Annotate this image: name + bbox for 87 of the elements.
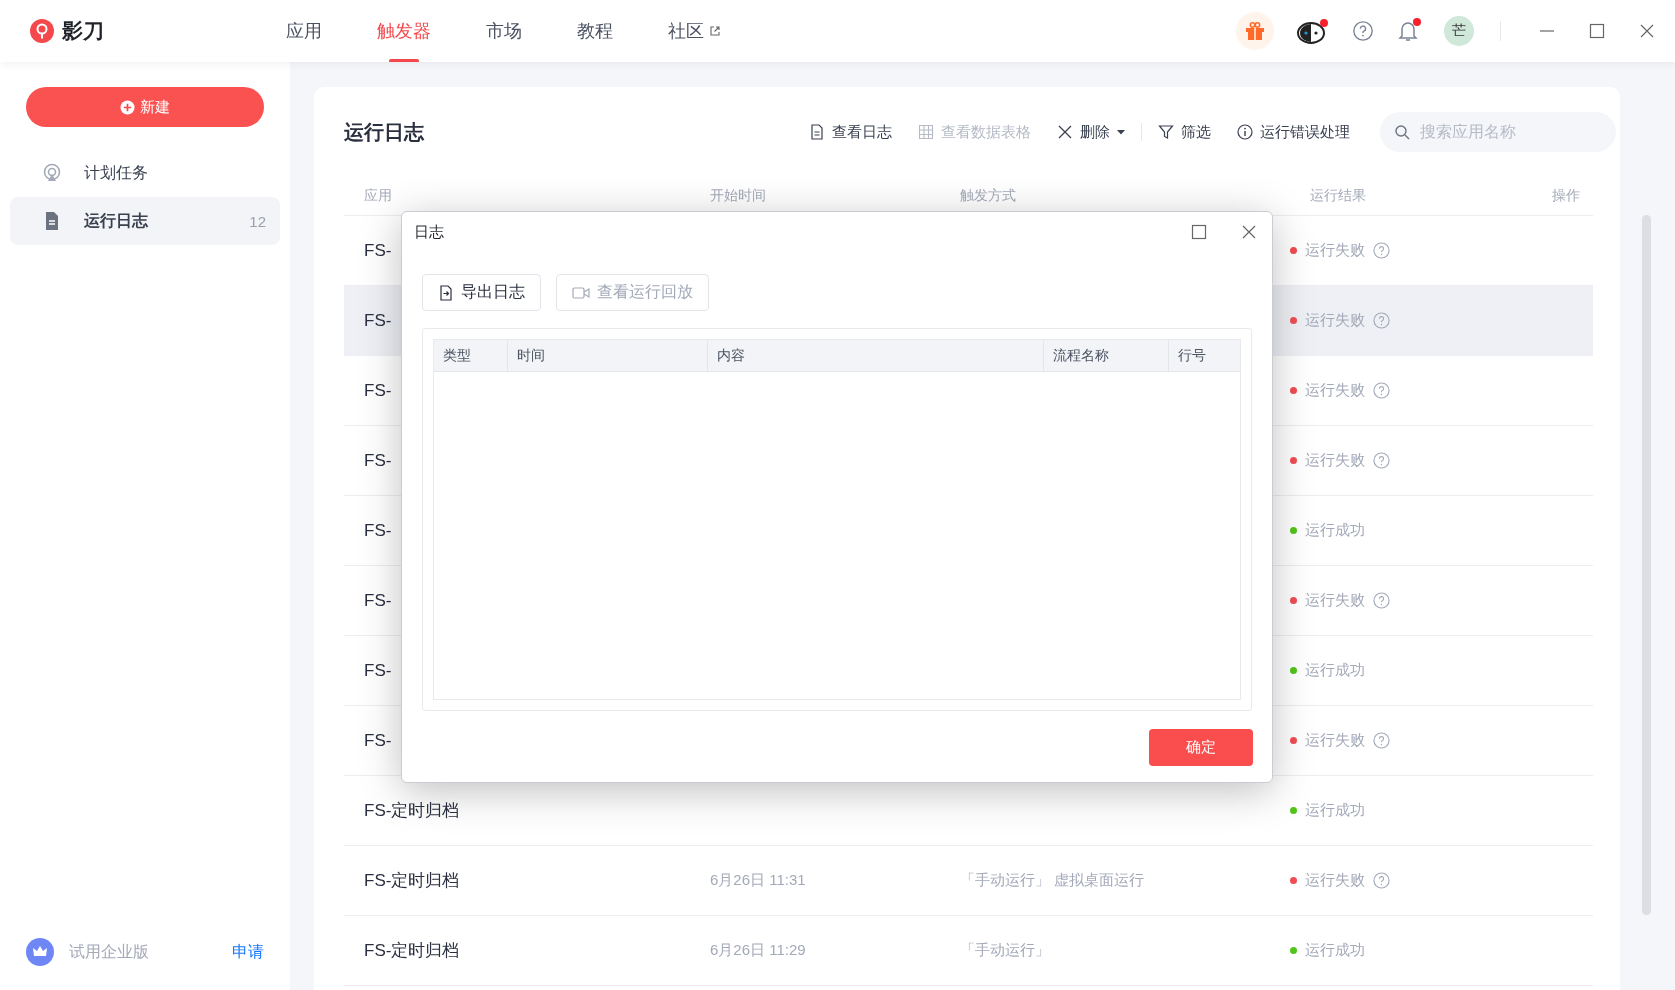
result-cell: 运行成功 [1305, 801, 1365, 820]
search-field[interactable]: 搜索应用名称 [1380, 112, 1616, 152]
maximize-icon[interactable] [1589, 23, 1605, 39]
trial-label: 试用企业版 [69, 941, 149, 962]
app-name-cell-text: FS-定时归档 [363, 870, 461, 892]
column-header: 内容 [708, 340, 1044, 371]
result-cell: 运行失败 [1305, 731, 1365, 750]
dialog-button[interactable]: 导出日志 [422, 274, 541, 311]
app-name-cell-text: FS- [363, 660, 393, 681]
result-cell: 运行失败 [1305, 451, 1365, 470]
column-header: 行号 [1177, 345, 1207, 365]
nav-tab[interactable]: 社区 [644, 0, 745, 62]
column-header: 类型 [434, 340, 508, 371]
caret-icon [1117, 128, 1125, 136]
crown-icon [26, 938, 54, 966]
app-name-cell-text: FS- [363, 590, 393, 611]
item-count: 12 [249, 212, 266, 230]
trigger-cell: 「手动运行」 [960, 941, 1050, 958]
close-icon[interactable] [1241, 224, 1257, 240]
app-name-cell-text: FS- [363, 450, 393, 471]
table-row[interactable]: FS-定时归档 6月26日 11:29 「手动运行」 运行成功 [344, 916, 1593, 986]
result-cell: 运行成功 [1305, 661, 1365, 680]
column-header: 触发方式 [959, 187, 1017, 205]
help-icon[interactable] [1373, 382, 1390, 399]
cross-icon [1057, 124, 1073, 140]
result-cell: 运行失败 [1305, 241, 1365, 260]
close-icon[interactable] [1639, 23, 1655, 39]
sidebar-item[interactable]: 计划任务 [10, 149, 280, 197]
help-icon[interactable] [1373, 592, 1390, 609]
app-name-cell-text: FS- [363, 240, 393, 261]
help-icon[interactable] [1373, 242, 1390, 259]
grid-icon [918, 124, 934, 140]
app-name-cell-text: FS-定时归档 [363, 800, 461, 822]
toolbar-button[interactable]: 运行错误处理 [1227, 122, 1360, 142]
column-header: 应用 [363, 187, 393, 205]
table-row[interactable]: FS-定时归档 6月26日 11:31 「手动运行」 虚拟桌面运行 运行失败 [344, 846, 1593, 916]
result-cell: 运行成功 [1305, 941, 1365, 960]
toolbar-button[interactable]: 筛选 [1148, 122, 1221, 142]
toolbar-button[interactable]: 删除 [1047, 122, 1135, 142]
app-name-cell-text: FS- [363, 310, 393, 331]
scrollbar[interactable] [1642, 215, 1651, 915]
dialog-title: 日志 [414, 222, 444, 242]
help-icon[interactable] [1352, 20, 1374, 42]
app-name-cell-text: FS-定时归档 [363, 940, 461, 962]
column-header: 开始时间 [709, 187, 767, 205]
column-header: 运行结果 [1309, 187, 1367, 205]
toolbar-button[interactable]: 查看日志 [799, 122, 902, 142]
column-header: 操作 [1552, 187, 1581, 205]
nav-tab[interactable]: 教程 [553, 0, 637, 62]
maximize-icon[interactable] [1191, 224, 1207, 240]
result-cell: 运行失败 [1305, 381, 1365, 400]
external-link-icon [709, 25, 721, 37]
result-cell: 运行失败 [1305, 311, 1365, 330]
robot-face-icon[interactable] [1296, 17, 1330, 45]
filter-icon [1158, 124, 1174, 140]
help-icon[interactable] [1373, 312, 1390, 329]
result-cell: 运行失败 [1305, 871, 1365, 890]
nav-tab[interactable]: 市场 [462, 0, 546, 62]
help-icon[interactable] [1373, 872, 1390, 889]
help-icon[interactable] [1373, 452, 1390, 469]
trigger-cell: 「手动运行」 虚拟桌面运行 [960, 871, 1145, 888]
nav-tab[interactable]: 触发器 [353, 0, 455, 62]
logo-icon [30, 19, 54, 43]
app-name-cell-text: FS- [363, 730, 393, 751]
plus-icon [120, 99, 135, 115]
app-name-cell-text: FS- [363, 520, 393, 541]
document-icon [809, 124, 825, 140]
nav-tab[interactable]: 应用 [262, 0, 346, 62]
gift-icon[interactable] [1236, 12, 1274, 50]
start-time-cell: 6月26日 11:29 [710, 941, 806, 958]
info-icon [1237, 124, 1253, 140]
help-icon[interactable] [1373, 732, 1390, 749]
column-header: 时间 [508, 340, 708, 371]
result-cell: 运行成功 [1305, 521, 1365, 540]
document-arrow-icon [438, 284, 454, 301]
app-name: 影刀 [62, 18, 104, 44]
broadcast-icon [42, 163, 62, 183]
bell-icon[interactable] [1396, 18, 1422, 44]
video-camera-icon [572, 284, 590, 301]
sidebar-item[interactable]: 运行日志 12 [10, 197, 280, 245]
user-avatar[interactable]: 芒 [1444, 16, 1474, 46]
start-time-cell: 6月26日 11:31 [710, 871, 806, 888]
column-header: 流程名称 [1044, 340, 1169, 371]
result-cell: 运行失败 [1305, 591, 1365, 610]
page-title: 运行日志 [344, 119, 424, 145]
app-name-cell-text: FS- [363, 380, 393, 401]
apply-link[interactable]: 申请 [232, 941, 264, 963]
